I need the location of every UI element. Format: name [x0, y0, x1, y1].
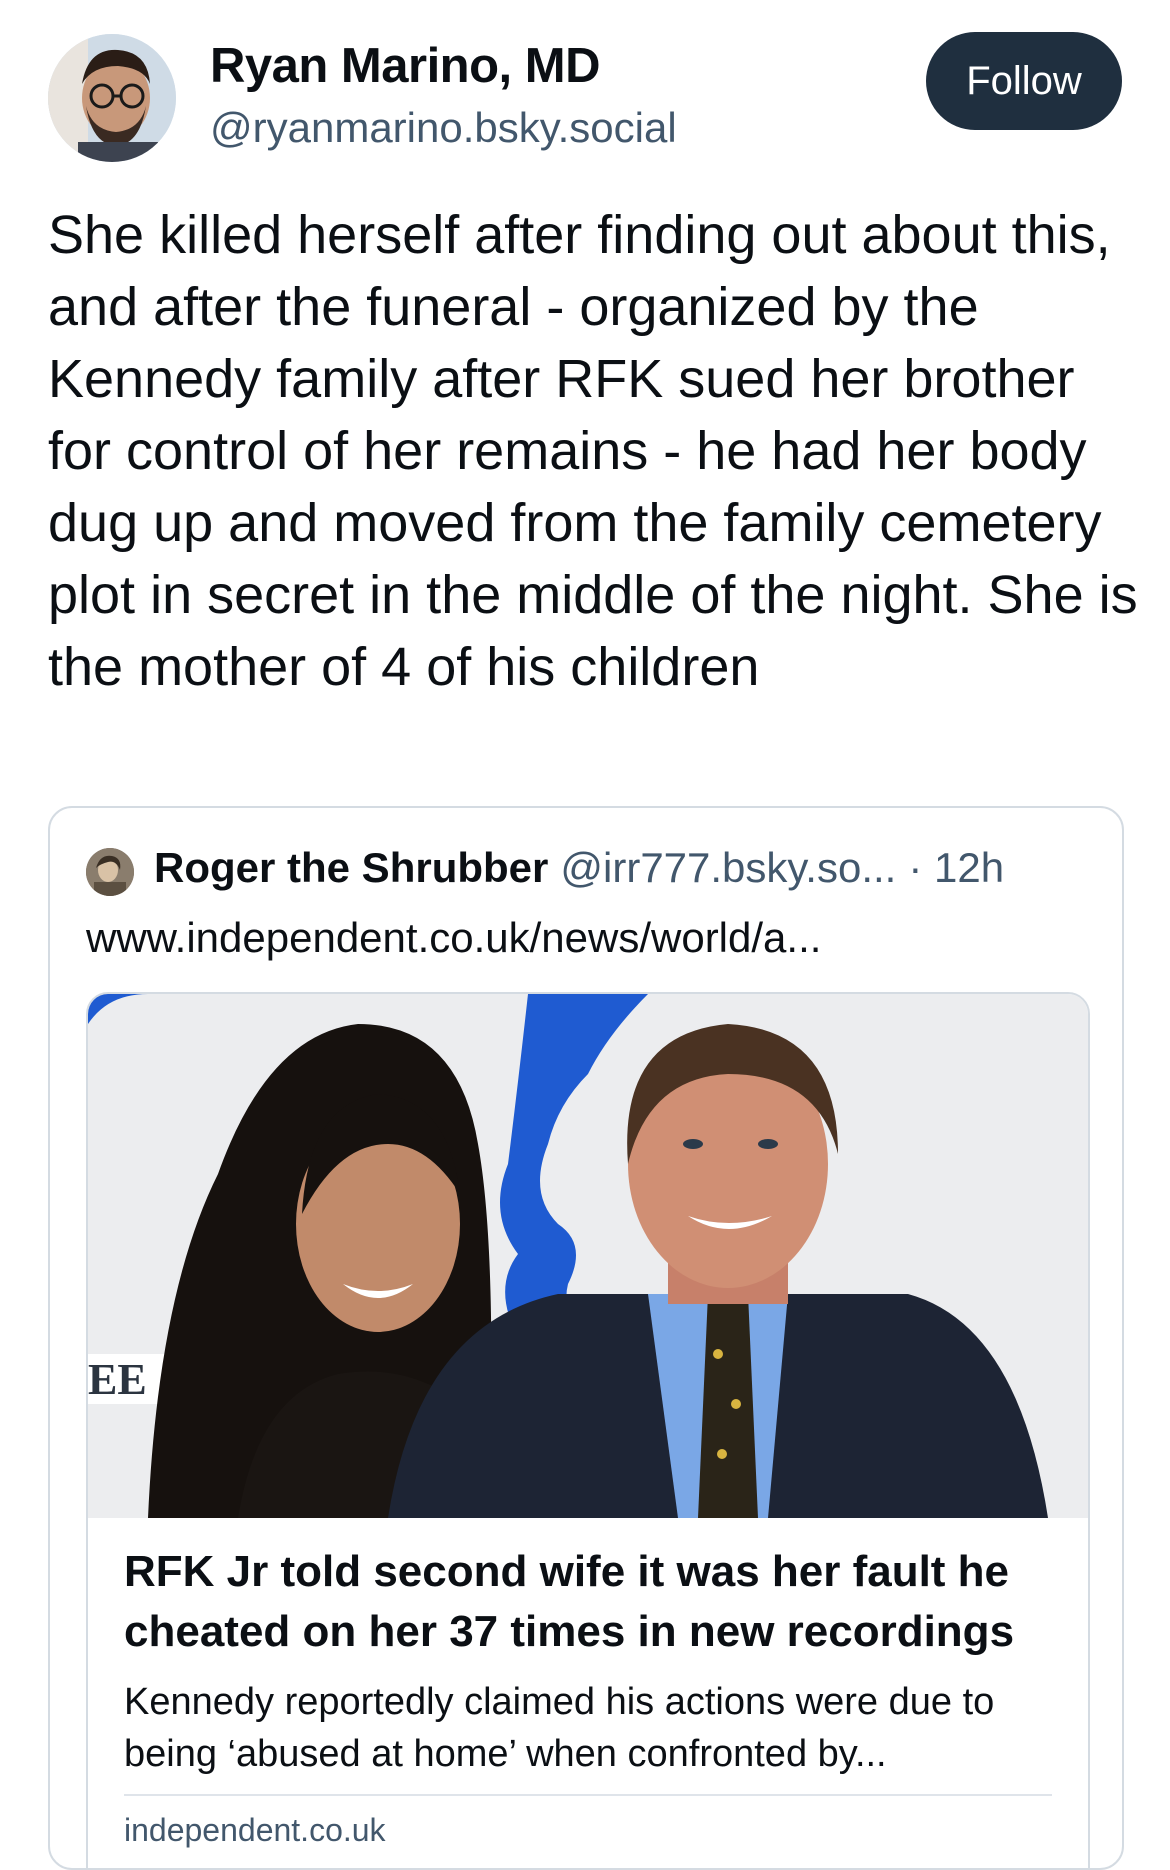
- quote-header: Roger the Shrubber @irr777.bsky.so... · …: [154, 844, 1004, 892]
- quote-avatar-image: [86, 848, 134, 896]
- author-avatar-image: [48, 34, 176, 162]
- author-handle[interactable]: @ryanmarino.bsky.social: [210, 104, 677, 152]
- follow-button[interactable]: Follow: [926, 32, 1122, 130]
- link-embed-card[interactable]: EE RFK Jr told second wife it was her fa…: [86, 992, 1090, 1868]
- quote-author-avatar[interactable]: [86, 848, 134, 896]
- embed-domain: independent.co.uk: [124, 1812, 386, 1848]
- quote-timestamp: · 12h: [908, 844, 1005, 891]
- embed-title[interactable]: RFK Jr told second wife it was her fault…: [124, 1542, 1064, 1662]
- embed-photo: EE: [88, 994, 1088, 1518]
- embed-thumbnail: EE: [88, 994, 1088, 1518]
- quote-author-handle[interactable]: @irr777.bsky.so...: [560, 844, 896, 892]
- author-name[interactable]: Ryan Marino, MD: [210, 38, 600, 94]
- embed-description: Kennedy reportedly claimed his actions w…: [124, 1681, 995, 1775]
- quote-link[interactable]: www.independent.co.uk/news/world/a...: [86, 914, 821, 962]
- author-avatar[interactable]: [48, 34, 176, 162]
- embed-divider: [124, 1794, 1052, 1796]
- quote-post-card[interactable]: Roger the Shrubber @irr777.bsky.so... · …: [48, 806, 1124, 1870]
- svg-text:EE: EE: [88, 1355, 147, 1404]
- post-text: She killed herself after finding out abo…: [48, 205, 1138, 697]
- quote-author-name[interactable]: Roger the Shrubber: [154, 844, 548, 892]
